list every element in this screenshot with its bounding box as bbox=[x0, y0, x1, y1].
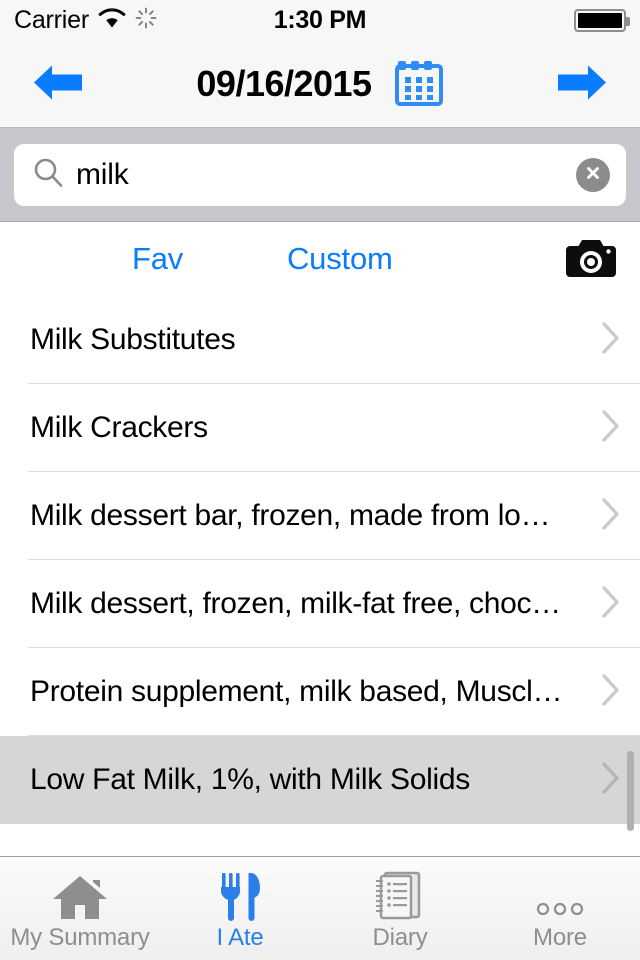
table-row[interactable]: Milk dessert bar, frozen, made from lo… bbox=[0, 472, 640, 560]
favorites-button[interactable]: Fav bbox=[122, 237, 193, 281]
custom-foods-button[interactable]: Custom bbox=[277, 237, 403, 281]
status-bar-right bbox=[574, 8, 630, 32]
food-item-subtext: · · bbox=[190, 790, 231, 809]
food-item-label: Low Fat Milk, 1%, with Milk Solids bbox=[30, 763, 470, 796]
tab-diary[interactable]: Diary bbox=[320, 857, 480, 960]
search-results-list[interactable]: Milk Substitutes Milk Crackers Milk desser… bbox=[0, 296, 640, 856]
clear-circle-icon bbox=[583, 163, 603, 186]
disclosure-chevron-icon bbox=[600, 320, 622, 361]
fork-knife-icon bbox=[214, 866, 266, 922]
home-icon bbox=[49, 866, 111, 922]
food-item-label: Protein supplement, milk based, Muscl… bbox=[30, 675, 563, 708]
table-row[interactable]: Protein supplement, milk based, Muscl… bbox=[0, 648, 640, 736]
tab-label-diary: Diary bbox=[372, 923, 428, 951]
current-date-label: 09/16/2015 bbox=[196, 62, 372, 104]
disclosure-chevron-icon bbox=[600, 672, 622, 713]
scroll-indicator[interactable] bbox=[627, 751, 634, 831]
previous-day-button[interactable] bbox=[26, 55, 90, 112]
food-item-label: Milk dessert bar, frozen, made from lo… bbox=[30, 499, 551, 532]
clear-search-button[interactable] bbox=[576, 157, 610, 192]
app-screen: Carrier 1:30 PM 09/16/2015 milk Fav Cust… bbox=[0, 0, 640, 960]
search-icon bbox=[32, 156, 64, 193]
status-bar-time: 1:30 PM bbox=[273, 5, 367, 34]
status-bar: Carrier 1:30 PM bbox=[0, 0, 640, 40]
tab-label-i-ate: I Ate bbox=[216, 923, 264, 951]
table-row[interactable]: Low Fat Milk, 1%, with Milk Solids · · bbox=[0, 736, 640, 824]
filter-row: Fav Custom bbox=[0, 222, 640, 296]
disclosure-chevron-icon bbox=[600, 760, 622, 801]
table-row[interactable]: Milk Substitutes bbox=[0, 296, 640, 384]
disclosure-chevron-icon bbox=[600, 496, 622, 537]
navigation-bar: 09/16/2015 bbox=[0, 40, 640, 128]
calendar-picker-button[interactable] bbox=[394, 57, 444, 110]
table-row[interactable]: Milk dessert, frozen, milk-fat free, cho… bbox=[0, 560, 640, 648]
disclosure-chevron-icon bbox=[600, 408, 622, 449]
tab-more[interactable]: More bbox=[480, 857, 640, 960]
food-item-label: Milk Substitutes bbox=[30, 323, 236, 356]
camera-scan-button[interactable] bbox=[564, 237, 618, 282]
table-row[interactable]: Milk Crackers bbox=[0, 384, 640, 472]
tab-label-more: More bbox=[533, 923, 587, 951]
tab-label-my-summary: My Summary bbox=[10, 923, 150, 951]
search-input[interactable] bbox=[76, 157, 576, 192]
left-arrow-icon bbox=[32, 65, 84, 106]
search-field[interactable] bbox=[14, 143, 626, 206]
calendar-icon bbox=[394, 57, 444, 110]
food-item-label: Milk dessert, frozen, milk-fat free, cho… bbox=[30, 587, 561, 620]
tab-bar: My Summary I Ate Diary More bbox=[0, 856, 640, 960]
disclosure-chevron-icon bbox=[600, 584, 622, 625]
date-navigator: 09/16/2015 bbox=[196, 57, 443, 110]
right-arrow-icon bbox=[556, 65, 608, 106]
food-item-label: Milk Crackers bbox=[30, 411, 208, 444]
tab-my-summary[interactable]: My Summary bbox=[0, 857, 160, 960]
next-day-button[interactable] bbox=[550, 55, 614, 112]
notebook-icon bbox=[372, 866, 428, 922]
search-bar-region bbox=[0, 128, 640, 222]
tab-i-ate[interactable]: I Ate bbox=[160, 857, 320, 960]
ellipsis-icon bbox=[531, 866, 589, 922]
battery-full-icon bbox=[574, 8, 630, 32]
camera-icon bbox=[564, 237, 618, 282]
